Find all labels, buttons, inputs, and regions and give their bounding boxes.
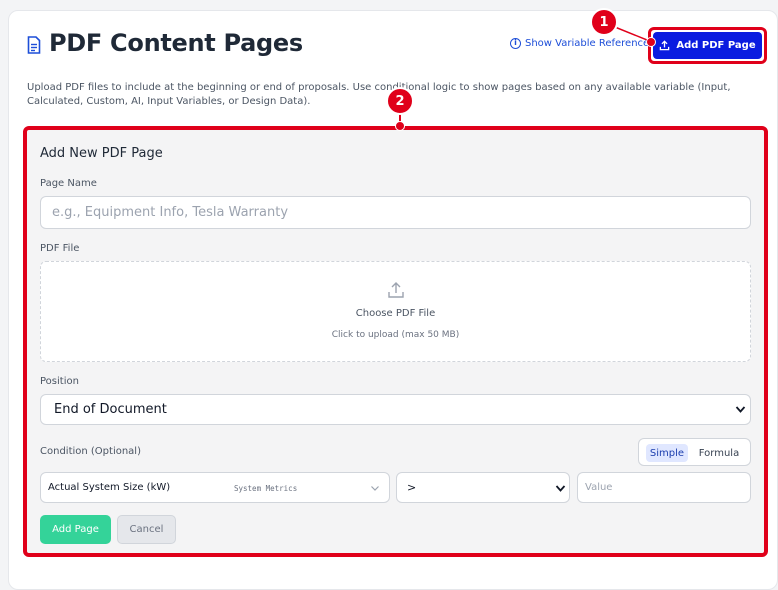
annotation-badge-1: 1 <box>590 8 618 36</box>
upload-icon <box>388 282 404 298</box>
condition-variable-value: Actual System Size (kW) <box>48 482 171 493</box>
condition-label: Condition (Optional) <box>40 446 141 457</box>
add-pdf-page-label: Add PDF Page <box>676 40 756 51</box>
document-icon <box>27 36 41 54</box>
info-icon: i <box>510 38 521 49</box>
annotation-dot-1 <box>646 37 656 47</box>
condition-operator-select[interactable]: > <box>396 472 570 503</box>
annotation-badge-2: 2 <box>386 87 414 115</box>
page-name-input[interactable]: e.g., Equipment Info, Tesla Warranty <box>40 196 751 229</box>
page-title: PDF Content Pages <box>49 29 303 57</box>
upload-hint: Click to upload (max 50 MB) <box>331 330 460 340</box>
cancel-button[interactable]: Cancel <box>117 515 176 544</box>
chevron-down-icon <box>371 486 379 491</box>
form-heading: Add New PDF Page <box>40 146 163 161</box>
condition-operator-value: > <box>407 481 417 494</box>
condition-variable-category: System Metrics <box>234 484 298 493</box>
chevron-down-icon <box>555 485 566 492</box>
position-select[interactable]: End of Document <box>40 394 751 425</box>
add-pdf-page-button[interactable]: Add PDF Page <box>653 32 762 59</box>
add-page-button[interactable]: Add Page <box>40 515 111 544</box>
position-label: Position <box>40 376 79 387</box>
condition-value-placeholder: Value <box>585 482 613 493</box>
annotation-dot-2 <box>395 121 405 131</box>
upload-title: Choose PDF File <box>355 308 436 319</box>
position-selected-value: End of Document <box>54 402 167 417</box>
mode-simple-button[interactable]: Simple <box>646 444 688 462</box>
mode-formula-button[interactable]: Formula <box>695 444 743 462</box>
condition-value-input[interactable]: Value <box>577 472 751 503</box>
page-name-label: Page Name <box>40 178 97 189</box>
condition-variable-select[interactable]: Actual System Size (kW) System Metrics <box>40 472 390 503</box>
pdf-file-dropzone[interactable]: Choose PDF File Click to upload (max 50 … <box>40 261 751 362</box>
upload-icon <box>660 40 670 51</box>
pdf-file-label: PDF File <box>40 243 80 254</box>
chevron-down-icon <box>735 406 746 413</box>
condition-mode-toggle: Simple Formula <box>638 438 751 466</box>
page-name-placeholder: e.g., Equipment Info, Tesla Warranty <box>52 205 289 220</box>
